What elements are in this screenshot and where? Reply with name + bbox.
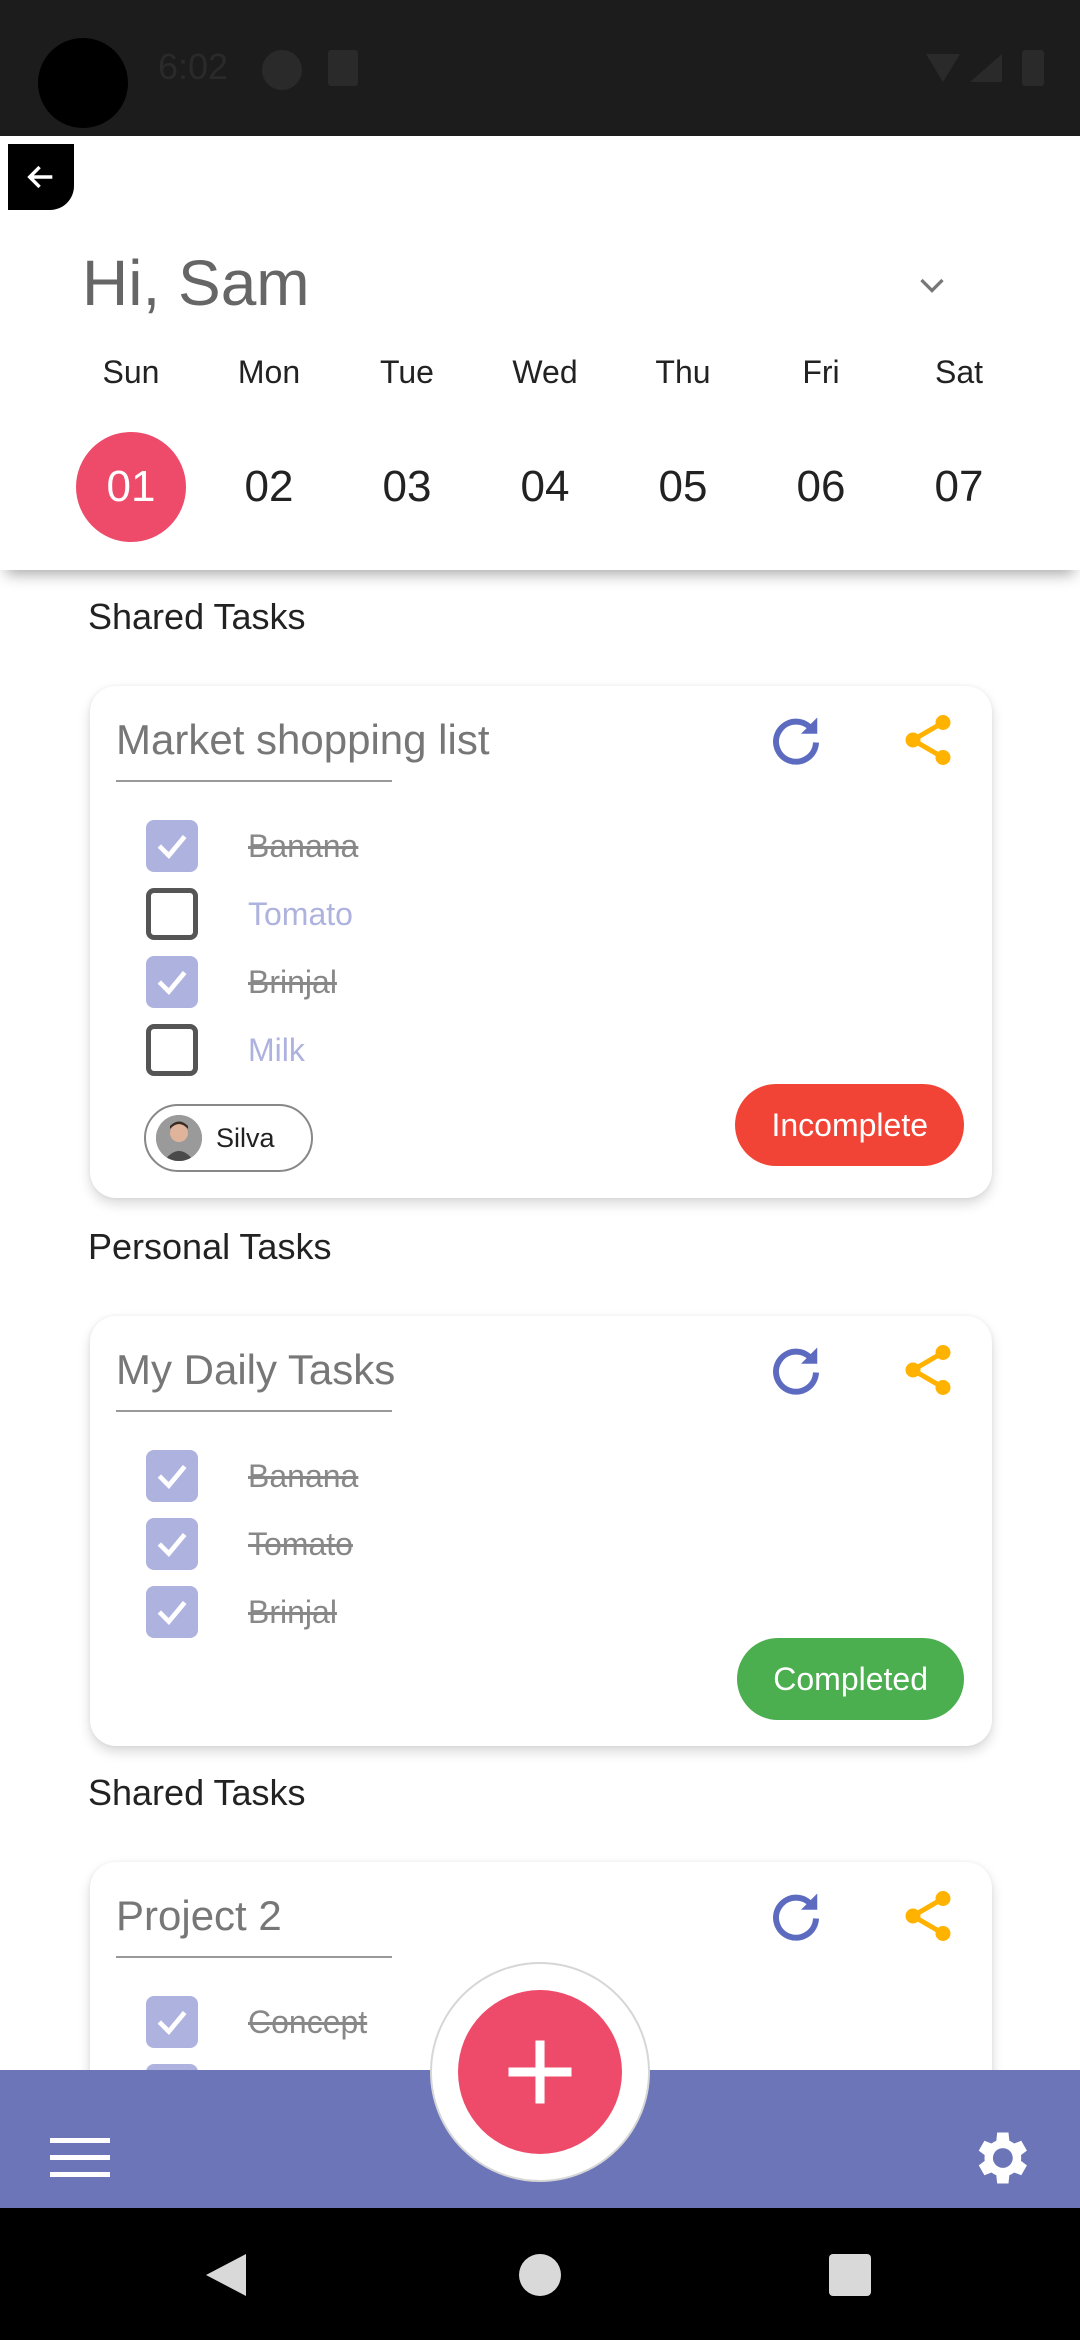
check-icon: [157, 2010, 187, 2036]
day-mon[interactable]: Mon 02: [214, 350, 324, 542]
section-label: Shared Tasks: [88, 596, 306, 637]
menu-icon[interactable]: [50, 2136, 110, 2180]
refresh-icon[interactable]: [766, 1886, 826, 1946]
status-incomplete-button[interactable]: Incomplete: [735, 1084, 964, 1166]
avatar: [156, 1115, 202, 1161]
task-label: Tomato: [248, 895, 353, 932]
check-icon: [157, 1464, 187, 1490]
day-name: Sat: [934, 354, 984, 390]
day-wed[interactable]: Wed 04: [490, 350, 600, 542]
task-label: Concept: [248, 2003, 368, 2040]
status-time: 6:02: [158, 46, 229, 87]
member-chip[interactable]: Silva: [144, 1104, 313, 1172]
refresh-icon[interactable]: [766, 1340, 826, 1400]
header: Hi, Sam Sun 01 Mon 02 Tue 03 Wed 04 Thu …: [0, 136, 1080, 570]
task-item[interactable]: Tomato: [146, 1514, 353, 1574]
day-tue[interactable]: Tue 03: [352, 350, 462, 542]
checkbox-checked[interactable]: [146, 1518, 198, 1570]
task-label: Banana: [248, 1457, 359, 1494]
chevron-down-icon[interactable]: [914, 268, 950, 304]
day-name: Thu: [655, 354, 711, 390]
card-title[interactable]: My Daily Tasks: [116, 1340, 395, 1412]
task-label: Tomato: [248, 1525, 353, 1562]
share-icon[interactable]: [898, 1340, 958, 1400]
day-number[interactable]: 04: [490, 432, 600, 542]
settings-icon[interactable]: [966, 2124, 1034, 2192]
day-sat[interactable]: Sat 07: [904, 350, 1014, 542]
share-icon[interactable]: [898, 1886, 958, 1946]
task-label: Brinjal: [248, 963, 337, 1000]
nav-recents-icon[interactable]: [829, 2254, 871, 2296]
back-button[interactable]: [8, 144, 74, 210]
section-label: Personal Tasks: [88, 1226, 332, 1267]
refresh-icon[interactable]: [766, 710, 826, 770]
nav-home-icon[interactable]: [519, 2254, 561, 2296]
task-card[interactable]: My Daily Tasks Banana Tomato Brinjal Com…: [90, 1316, 992, 1746]
day-number[interactable]: 06: [766, 432, 876, 542]
task-item[interactable]: Milk: [146, 1020, 305, 1080]
share-icon[interactable]: [898, 710, 958, 770]
task-item[interactable]: Banana: [146, 1446, 358, 1506]
day-number[interactable]: 03: [352, 432, 462, 542]
day-thu[interactable]: Thu 05: [628, 350, 738, 542]
checkbox-unchecked[interactable]: [146, 1024, 198, 1076]
data-saver-icon: [262, 50, 302, 90]
card-title[interactable]: Project 2: [116, 1886, 392, 1958]
status-completed-button[interactable]: Completed: [737, 1638, 964, 1720]
camera-cutout: [38, 38, 128, 128]
checkbox-checked[interactable]: [146, 1450, 198, 1502]
day-name: Wed: [512, 354, 578, 390]
day-name: Fri: [802, 354, 840, 390]
card-title[interactable]: Market shopping list: [116, 710, 490, 782]
week-calendar: Sun 01 Mon 02 Tue 03 Wed 04 Thu 05 Fri 0…: [76, 350, 1014, 542]
add-task-button[interactable]: [458, 1990, 622, 2154]
task-item[interactable]: Concept: [146, 1992, 367, 2052]
check-icon: [157, 970, 187, 996]
day-number[interactable]: 07: [904, 432, 1014, 542]
day-number-selected[interactable]: 01: [76, 432, 186, 542]
task-card[interactable]: Market shopping list Banana Tomato Brinj…: [90, 686, 992, 1198]
task-item[interactable]: Banana: [146, 816, 358, 876]
task-label: Brinjal: [248, 1593, 337, 1630]
checkbox-checked[interactable]: [146, 956, 198, 1008]
sd-card-icon: [328, 50, 358, 86]
day-number[interactable]: 02: [214, 432, 324, 542]
task-label: Milk: [248, 1031, 305, 1068]
plus-icon: [508, 2040, 572, 2104]
nav-back-icon[interactable]: [204, 2252, 248, 2298]
check-icon: [157, 1600, 187, 1626]
greeting: Hi, Sam: [82, 247, 310, 319]
task-label: Banana: [248, 827, 359, 864]
day-name: Tue: [380, 354, 434, 390]
day-sun[interactable]: Sun 01: [76, 350, 186, 542]
day-name: Mon: [237, 354, 301, 390]
member-name: Silva: [216, 1122, 275, 1153]
task-item[interactable]: Brinjal: [146, 1582, 337, 1642]
checkbox-checked[interactable]: [146, 1586, 198, 1638]
task-item[interactable]: Tomato: [146, 884, 353, 944]
back-arrow-icon: [27, 165, 53, 189]
checkbox-checked[interactable]: [146, 1996, 198, 2048]
check-icon: [157, 1532, 187, 1558]
section-label: Shared Tasks: [88, 1772, 306, 1813]
day-number[interactable]: 05: [628, 432, 738, 542]
day-fri[interactable]: Fri 06: [766, 350, 876, 542]
day-name: Sun: [102, 354, 160, 390]
checkbox-unchecked[interactable]: [146, 888, 198, 940]
signal-battery-icon: [926, 50, 1044, 86]
checkbox-checked[interactable]: [146, 820, 198, 872]
check-icon: [157, 834, 187, 860]
task-item[interactable]: Brinjal: [146, 952, 337, 1012]
status-bar: 6:02: [0, 0, 1080, 136]
